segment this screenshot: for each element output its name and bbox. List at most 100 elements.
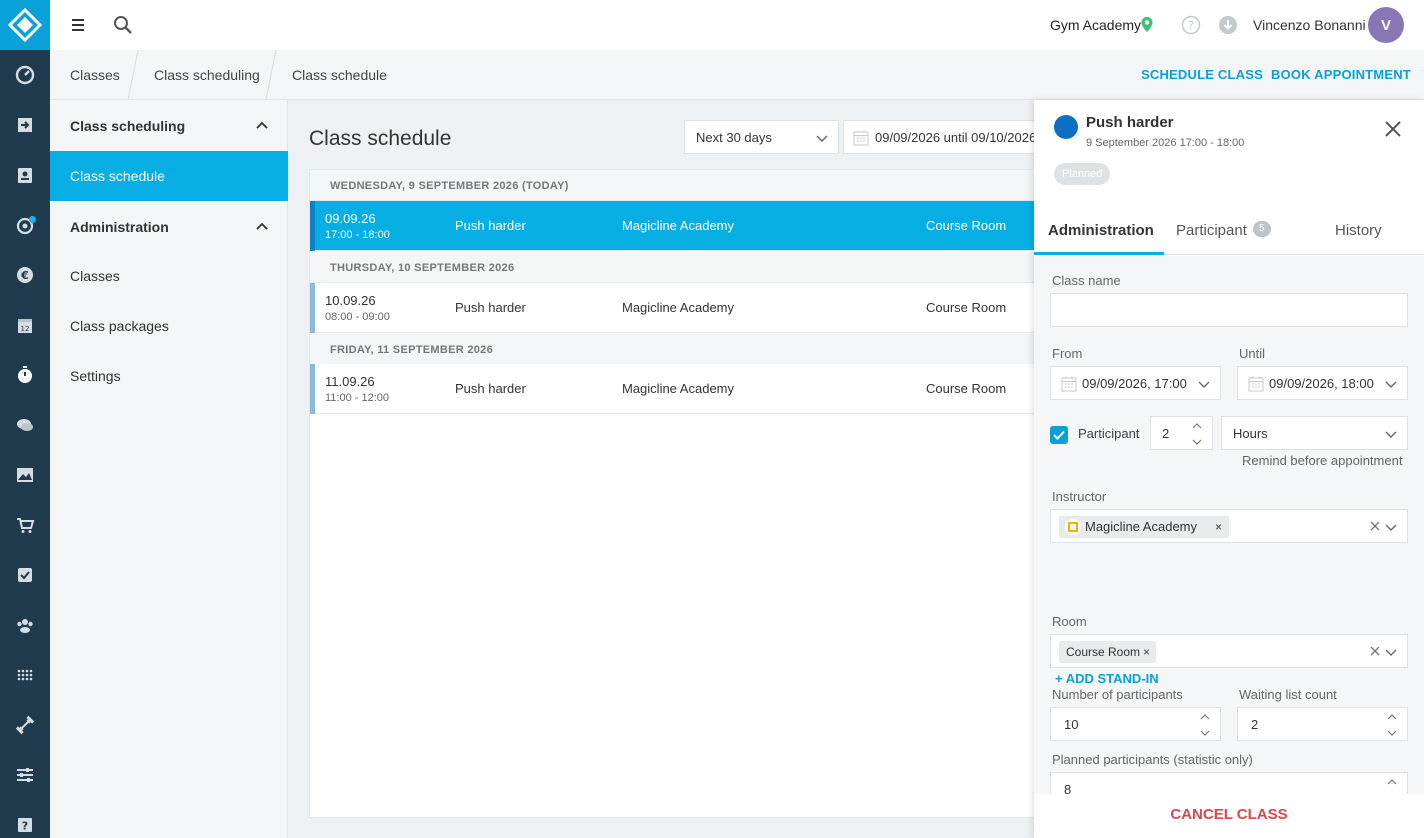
class-name-input[interactable] [1050, 293, 1408, 327]
members-icon[interactable] [0, 600, 50, 650]
panel-subtitle: 9 September 2026 17:00 - 18:00 [1086, 137, 1245, 149]
devices-icon[interactable] [0, 650, 50, 700]
hamburger-menu-icon[interactable] [68, 15, 88, 35]
schedule-class-button[interactable]: SCHEDULE CLASS [1141, 67, 1263, 82]
sidebar-item-class-packages[interactable]: Class packages [50, 301, 288, 351]
timer-icon[interactable] [0, 350, 50, 400]
date-range-value: 09/09/2026 until 09/10/2026 [875, 130, 1037, 145]
until-datetime-picker[interactable]: 09/09/2026, 18:00 [1237, 366, 1408, 400]
day-header: THURSDAY, 10 SEPTEMBER 2026 [310, 252, 1048, 283]
download-icon[interactable] [1218, 15, 1238, 35]
book-appointment-button[interactable]: BOOK APPOINTMENT [1271, 67, 1411, 82]
reminder-checkbox[interactable] [1050, 426, 1068, 444]
stepper-arrows-icon[interactable] [1192, 421, 1202, 447]
sidebar-item-classes[interactable]: Classes [50, 251, 288, 301]
help-icon[interactable]: ? [1181, 15, 1201, 35]
breadcrumb-class-scheduling[interactable]: Class scheduling [154, 67, 260, 83]
calendar-icon[interactable]: 12 [0, 300, 50, 350]
panel-footer: CANCEL CLASS [1034, 794, 1424, 838]
dashboard-icon[interactable] [0, 50, 50, 100]
row-date: 09.09.26 [325, 211, 376, 226]
table-row[interactable]: 10.09.26 08:00 - 09:00 Push harder Magic… [310, 283, 1048, 333]
table-row[interactable]: 09.09.26 17:00 - 18:00 Push harder Magic… [310, 201, 1048, 251]
planned-participants-label: Planned participants (statistic only) [1052, 752, 1253, 767]
clear-icon[interactable] [1370, 646, 1380, 656]
search-icon[interactable] [112, 14, 134, 36]
dumbbell-icon[interactable] [0, 700, 50, 750]
app-logo-icon[interactable] [0, 0, 50, 50]
reminder-label: Participant [1078, 426, 1140, 441]
row-class-name: Push harder [455, 300, 526, 315]
tab-administration[interactable]: Administration [1048, 222, 1154, 239]
tab-history[interactable]: History [1335, 222, 1382, 239]
cart-icon[interactable] [0, 500, 50, 550]
remove-room-icon[interactable]: × [1143, 645, 1150, 659]
instructor-select[interactable]: Magicline Academy × [1050, 509, 1408, 543]
active-tab-indicator [1034, 252, 1164, 255]
chevron-down-icon [1385, 431, 1397, 438]
chevron-down-icon [1385, 381, 1397, 388]
chat-icon[interactable] [0, 400, 50, 450]
table-row[interactable]: 11.09.26 11:00 - 12:00 Push harder Magic… [310, 364, 1048, 414]
clear-icon[interactable] [1370, 521, 1380, 531]
user-name[interactable]: Vincenzo Bonanni [1253, 17, 1366, 33]
help-center-icon[interactable]: ? [0, 800, 50, 838]
reminder-amount-stepper[interactable]: 2 [1150, 416, 1213, 450]
studio-name[interactable]: Gym Academy [1050, 17, 1141, 33]
planned-participants-stepper[interactable]: 8 [1050, 772, 1408, 794]
class-name-label: Class name [1052, 273, 1121, 288]
row-instructor: Magicline Academy [622, 218, 734, 233]
status-badge: Planned [1054, 163, 1111, 185]
settings-sliders-icon[interactable] [0, 750, 50, 800]
row-time: 17:00 - 18:00 [325, 229, 390, 241]
contacts-icon[interactable] [0, 150, 50, 200]
participants-stepper[interactable]: 10 [1050, 707, 1221, 741]
sidebar-item-class-schedule[interactable]: Class schedule [50, 151, 288, 201]
row-room: Course Room [926, 381, 1007, 396]
waiting-list-stepper[interactable]: 2 [1237, 707, 1408, 741]
room-select[interactable]: Course Room × [1050, 634, 1408, 668]
room-chip: Course Room × [1059, 641, 1156, 663]
instructor-chip: Magicline Academy × [1059, 516, 1229, 538]
reminder-unit-select[interactable]: Hours [1221, 416, 1408, 450]
add-stand-in-button[interactable]: + ADD STAND-IN [1055, 671, 1159, 686]
administration-form: Class name From 09/09/2026, 17:00 Until … [1034, 256, 1424, 794]
stepper-arrows-icon[interactable] [1387, 712, 1397, 738]
sidebar-item-label: Class schedule [70, 168, 165, 184]
svg-text:?: ? [22, 820, 28, 833]
date-range-picker[interactable]: 09/09/2026 until 09/10/2026 [843, 120, 1043, 154]
day-header: FRIDAY, 11 SEPTEMBER 2026 [310, 334, 1048, 365]
period-value: Next 30 days [696, 130, 772, 145]
target-icon[interactable] [0, 200, 50, 250]
section-sidebar: Class scheduling Class schedule Administ… [50, 100, 288, 838]
tab-participant[interactable]: Participant [1176, 222, 1247, 239]
close-icon[interactable] [1383, 119, 1403, 139]
sidebar-group-class-scheduling[interactable]: Class scheduling [50, 100, 288, 150]
tasks-icon[interactable] [0, 550, 50, 600]
avatar[interactable]: V [1368, 7, 1404, 43]
app-rail: € 12 ? [0, 0, 50, 838]
image-icon[interactable] [0, 450, 50, 500]
stepper-arrows-icon[interactable] [1387, 777, 1397, 794]
page-title: Class schedule [309, 127, 452, 150]
check-in-icon[interactable] [0, 100, 50, 150]
cancel-class-button[interactable]: CANCEL CLASS [1034, 806, 1424, 823]
remove-instructor-icon[interactable]: × [1215, 520, 1222, 534]
chevron-up-icon [256, 222, 268, 230]
period-select[interactable]: Next 30 days [684, 120, 839, 154]
sidebar-group-administration[interactable]: Administration [50, 201, 288, 251]
row-room: Course Room [926, 300, 1007, 315]
breadcrumb-separator [265, 50, 277, 100]
checkmark-icon [1053, 430, 1065, 440]
from-datetime-picker[interactable]: 09/09/2026, 17:00 [1050, 366, 1221, 400]
row-color-bar [310, 364, 315, 414]
sidebar-item-settings[interactable]: Settings [50, 351, 288, 401]
sidebar-group-label: Class scheduling [70, 118, 186, 134]
panel-title: Push harder [1086, 114, 1174, 131]
row-class-name: Push harder [455, 218, 526, 233]
finance-icon[interactable]: € [0, 250, 50, 300]
stepper-arrows-icon[interactable] [1200, 712, 1210, 738]
chevron-down-icon [816, 135, 828, 142]
row-class-name: Push harder [455, 381, 526, 396]
breadcrumb-classes[interactable]: Classes [70, 67, 120, 83]
